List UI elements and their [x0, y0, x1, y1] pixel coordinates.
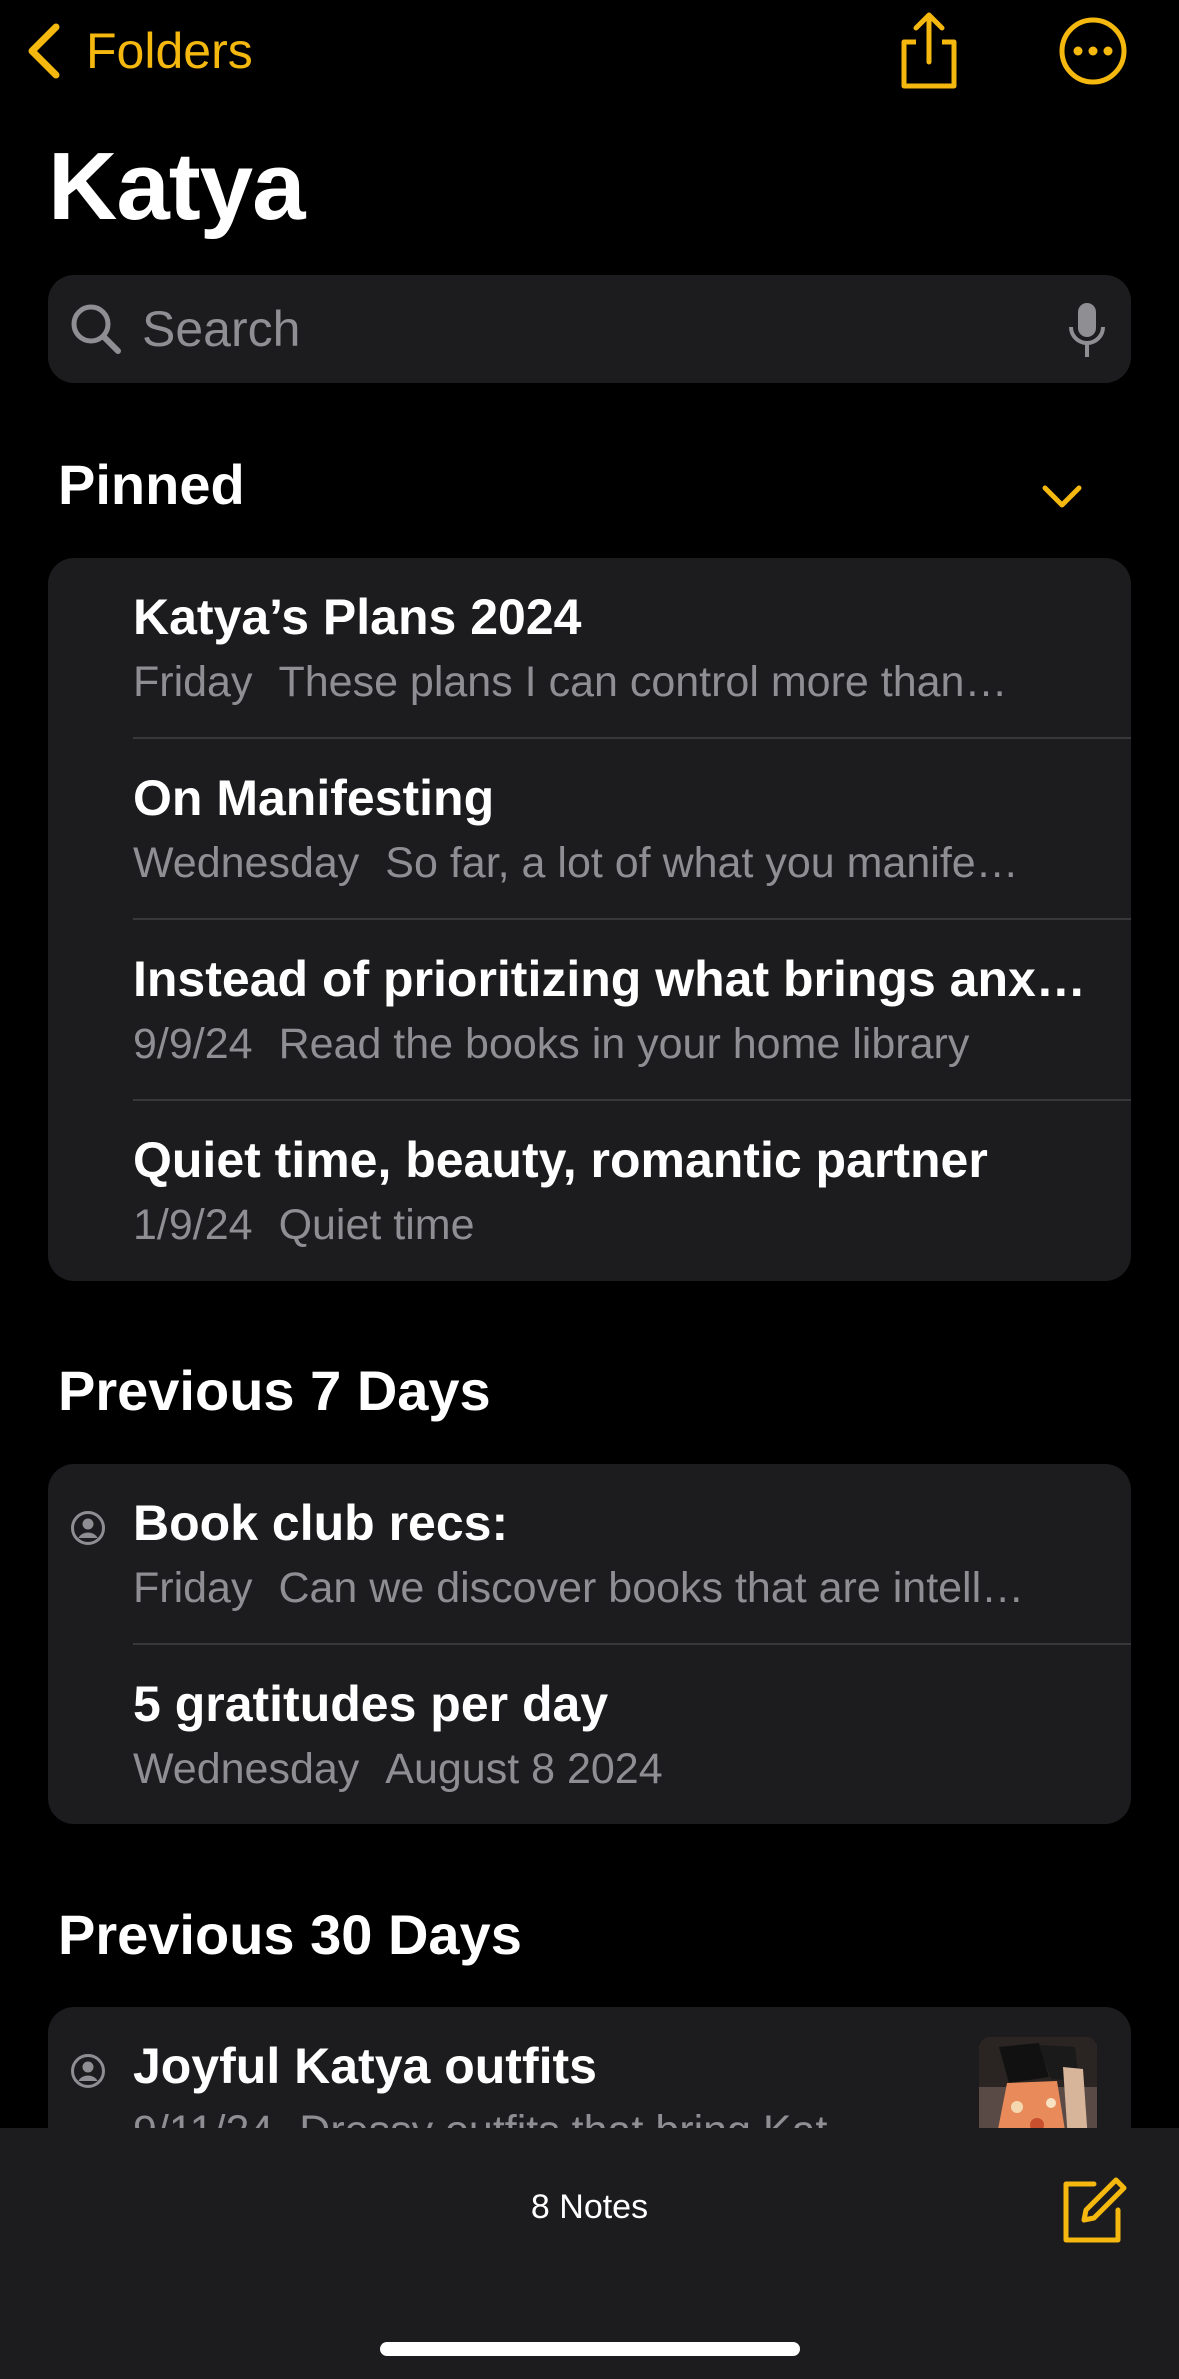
search-input[interactable] — [142, 300, 1022, 358]
share-icon[interactable] — [894, 10, 964, 90]
note-preview: These plans I can control more than… — [278, 658, 1008, 706]
note-preview: Read the books in your home library — [278, 1020, 970, 1068]
note-subtitle: Friday Can we discover books that are int… — [133, 1564, 1091, 1613]
note-preview: August 8 2024 — [385, 1745, 663, 1793]
section-header-previous-30-days: Previous 30 Days — [58, 1903, 522, 1966]
ellipsis-circle-icon[interactable] — [1058, 16, 1128, 86]
shared-person-icon — [71, 2054, 105, 2088]
note-title: Book club recs: — [133, 1495, 509, 1551]
note-date: Friday — [133, 1564, 253, 1612]
note-title: 5 gratitudes per day — [133, 1676, 609, 1732]
section-header-previous-7-days: Previous 7 Days — [58, 1359, 491, 1422]
note-title: Instead of prioritizing what brings anx… — [133, 951, 1086, 1007]
note-date: 9/9/24 — [133, 1020, 253, 1068]
previous-7-days-list: Book club recs: Friday Can we discover bo… — [48, 1464, 1131, 1824]
note-row[interactable]: Quiet time, beauty, romantic partner 1/9… — [48, 1101, 1131, 1281]
note-date: Friday — [133, 658, 253, 706]
shared-person-icon — [71, 1511, 105, 1545]
chevron-down-icon[interactable] — [1040, 482, 1084, 512]
compose-icon[interactable] — [1058, 2176, 1128, 2246]
note-preview: So far, a lot of what you manife… — [385, 839, 1019, 887]
page-title: Katya — [48, 133, 305, 240]
pinned-notes-list: Katya’s Plans 2024 Friday These plans I c… — [48, 558, 1131, 1281]
back-button[interactable]: Folders — [24, 16, 253, 86]
note-row[interactable]: Instead of prioritizing what brings anx…… — [48, 920, 1131, 1101]
note-row[interactable]: Katya’s Plans 2024 Friday These plans I c… — [48, 558, 1131, 739]
bottom-toolbar: 8 Notes — [0, 2128, 1179, 2379]
back-button-label: Folders — [86, 23, 253, 79]
note-title: Katya’s Plans 2024 — [133, 589, 582, 645]
note-row[interactable]: 5 gratitudes per day Wednesday August 8 2… — [48, 1645, 1131, 1824]
search-bar[interactable] — [48, 275, 1131, 383]
note-subtitle: 9/9/24 Read the books in your home librar… — [133, 1020, 1091, 1069]
navigation-bar: Folders — [0, 0, 1179, 100]
note-title: On Manifesting — [133, 770, 495, 826]
note-subtitle: Wednesday So far, a lot of what you manif… — [133, 839, 1091, 888]
note-title: Quiet time, beauty, romantic partner — [133, 1132, 988, 1188]
note-row[interactable]: On Manifesting Wednesday So far, a lot of… — [48, 739, 1131, 920]
microphone-icon[interactable] — [1067, 301, 1107, 361]
note-title: Joyful Katya outfits — [133, 2038, 597, 2094]
note-date: Wednesday — [133, 839, 360, 887]
note-date: Wednesday — [133, 1745, 360, 1793]
note-row[interactable]: Book club recs: Friday Can we discover bo… — [48, 1464, 1131, 1645]
note-preview: Quiet time — [278, 1201, 475, 1249]
search-icon — [71, 304, 121, 354]
note-preview: Can we discover books that are intell… — [278, 1564, 1025, 1612]
home-indicator — [380, 2342, 800, 2356]
note-subtitle: Wednesday August 8 2024 — [133, 1745, 1091, 1794]
section-header-pinned: Pinned — [58, 453, 245, 516]
note-count: 8 Notes — [530, 2188, 649, 2226]
note-subtitle: 1/9/24 Quiet time — [133, 1201, 1091, 1250]
note-subtitle: Friday These plans I can control more tha… — [133, 658, 1091, 707]
note-date: 1/9/24 — [133, 1201, 253, 1249]
chevron-left-icon — [28, 23, 60, 79]
